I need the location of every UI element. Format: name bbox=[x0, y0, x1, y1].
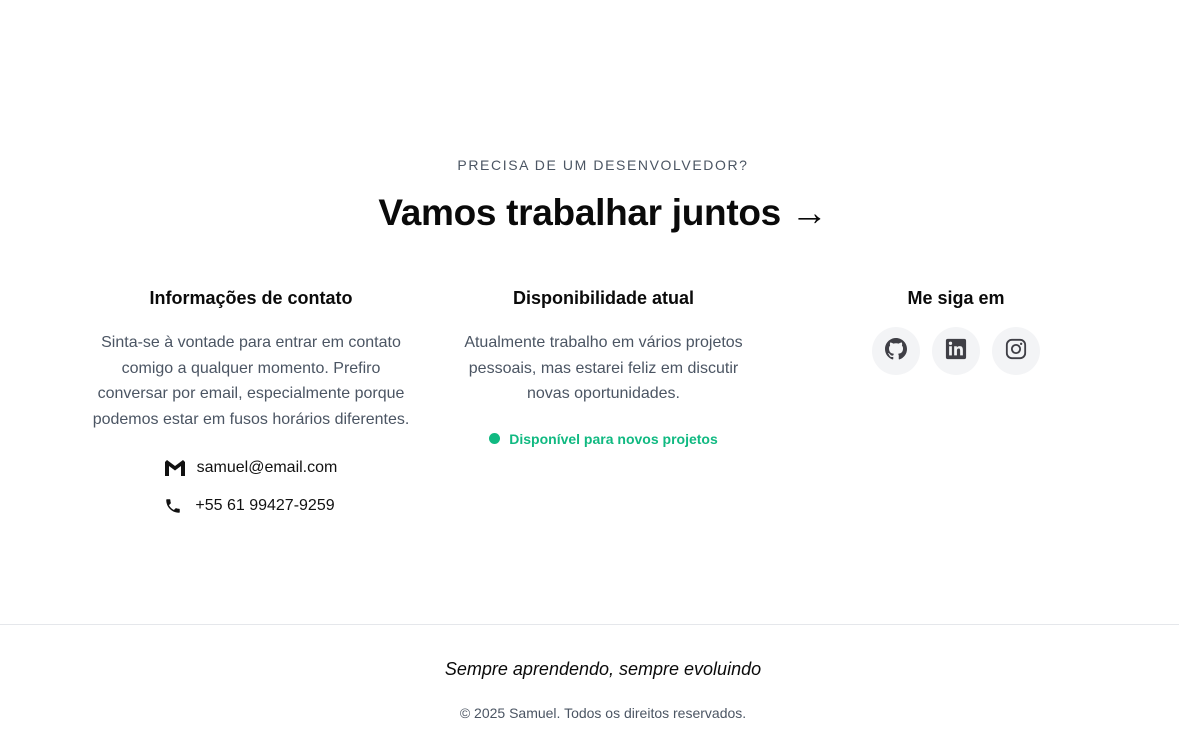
email-link[interactable]: samuel@email.com bbox=[86, 456, 416, 480]
contact-page: PRECISA DE UM DESENVOLVEDOR? Vamos traba… bbox=[0, 0, 1179, 748]
contact-list: samuel@email.com +55 61 99427-9259 bbox=[86, 456, 416, 518]
gmail-icon bbox=[164, 458, 185, 478]
phone-number: +55 61 99427-9259 bbox=[195, 497, 335, 514]
instagram-link[interactable] bbox=[992, 327, 1040, 375]
footer-motto: Sempre aprendendo, sempre evoluindo bbox=[444, 659, 762, 679]
social-column: Me siga em bbox=[806, 286, 1106, 375]
availability-column: Disponibilidade atual Atualmente trabalh… bbox=[446, 286, 761, 447]
availability-title: Disponibilidade atual bbox=[512, 288, 695, 308]
contact-info-title: Informações de contato bbox=[149, 288, 353, 308]
email-address: samuel@email.com bbox=[196, 459, 338, 476]
github-link[interactable] bbox=[872, 327, 920, 375]
phone-icon bbox=[163, 496, 183, 516]
linkedin-icon bbox=[945, 338, 967, 365]
availability-status: Disponível para novos projetos bbox=[446, 431, 761, 447]
footer-copyright: © 2025 Samuel. Todos os direitos reserva… bbox=[459, 705, 747, 721]
status-dot-icon bbox=[489, 433, 501, 444]
footer-divider bbox=[0, 624, 1179, 625]
availability-description: Atualmente trabalho em vários projetos p… bbox=[464, 334, 743, 402]
contact-info-column: Informações de contato Sinta-se à vontad… bbox=[86, 286, 416, 532]
phone-link[interactable]: +55 61 99427-9259 bbox=[82, 494, 416, 518]
section-headline: Vamos trabalhar juntos → bbox=[378, 192, 828, 233]
status-label: Disponível para novos projetos bbox=[509, 430, 718, 447]
social-links bbox=[806, 327, 1106, 375]
contact-info-description: Sinta-se à vontade para entrar em contat… bbox=[92, 334, 410, 428]
section-eyebrow: PRECISA DE UM DESENVOLVEDOR? bbox=[457, 157, 749, 173]
github-icon bbox=[885, 337, 907, 365]
instagram-icon bbox=[1005, 338, 1027, 365]
linkedin-link[interactable] bbox=[932, 327, 980, 375]
social-title: Me siga em bbox=[907, 288, 1005, 308]
